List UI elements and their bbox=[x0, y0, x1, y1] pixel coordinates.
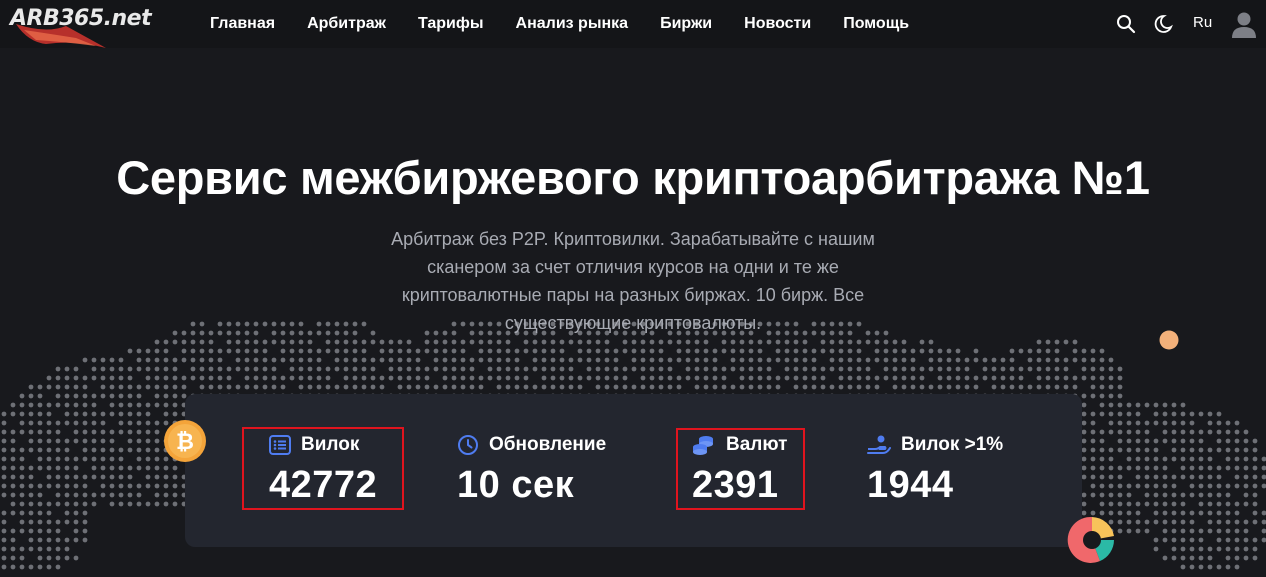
search-icon[interactable] bbox=[1116, 14, 1136, 39]
clock-icon bbox=[458, 435, 478, 455]
nav-help[interactable]: Помощь bbox=[827, 0, 925, 48]
pie-chart-icon bbox=[1067, 516, 1114, 563]
nav-home[interactable]: Главная bbox=[194, 0, 291, 48]
nav-exchanges[interactable]: Биржи bbox=[644, 0, 728, 48]
avatar-icon[interactable] bbox=[1231, 10, 1257, 43]
moon-icon[interactable] bbox=[1153, 14, 1173, 39]
highlight-box-currencies bbox=[676, 428, 805, 510]
main-nav: Главная Арбитраж Тарифы Анализ рынка Бир… bbox=[194, 0, 925, 48]
stat-update: Обновление 10 сек bbox=[457, 432, 606, 507]
nav-pricing[interactable]: Тарифы bbox=[402, 0, 500, 48]
highlight-box-forks bbox=[242, 427, 404, 510]
stat-value: 10 сек bbox=[457, 464, 575, 506]
stat-value: 1944 bbox=[867, 464, 954, 506]
top-navigation-bar: ARB365.net Главная Арбитраж Тарифы Анали… bbox=[0, 0, 1266, 48]
nav-arbitrage[interactable]: Арбитраж bbox=[291, 0, 402, 48]
page-title: Сервис межбиржевого криптоарбитража №1 bbox=[116, 151, 1150, 204]
nav-market-analysis[interactable]: Анализ рынка bbox=[500, 0, 645, 48]
svg-text:₿: ₿ bbox=[176, 430, 194, 455]
stat-forks-over-1pct: Вилок >1% 1944 bbox=[867, 432, 1003, 507]
bitcoin-icon: ₿ bbox=[164, 420, 206, 462]
site-logo[interactable]: ARB365.net bbox=[6, 4, 156, 48]
orange-ball-icon bbox=[1159, 330, 1179, 350]
page-subtitle: Арбитраж без P2P. Криптовилки. Зарабатыв… bbox=[391, 229, 875, 333]
stat-label: Обновление bbox=[489, 434, 607, 455]
stat-label: Вилок >1% bbox=[901, 434, 1004, 455]
hand-coin-icon bbox=[867, 435, 891, 454]
nav-news[interactable]: Новости bbox=[728, 0, 827, 48]
logo-text: ARB365.net bbox=[10, 6, 152, 31]
language-switcher[interactable]: Ru bbox=[1193, 14, 1212, 31]
